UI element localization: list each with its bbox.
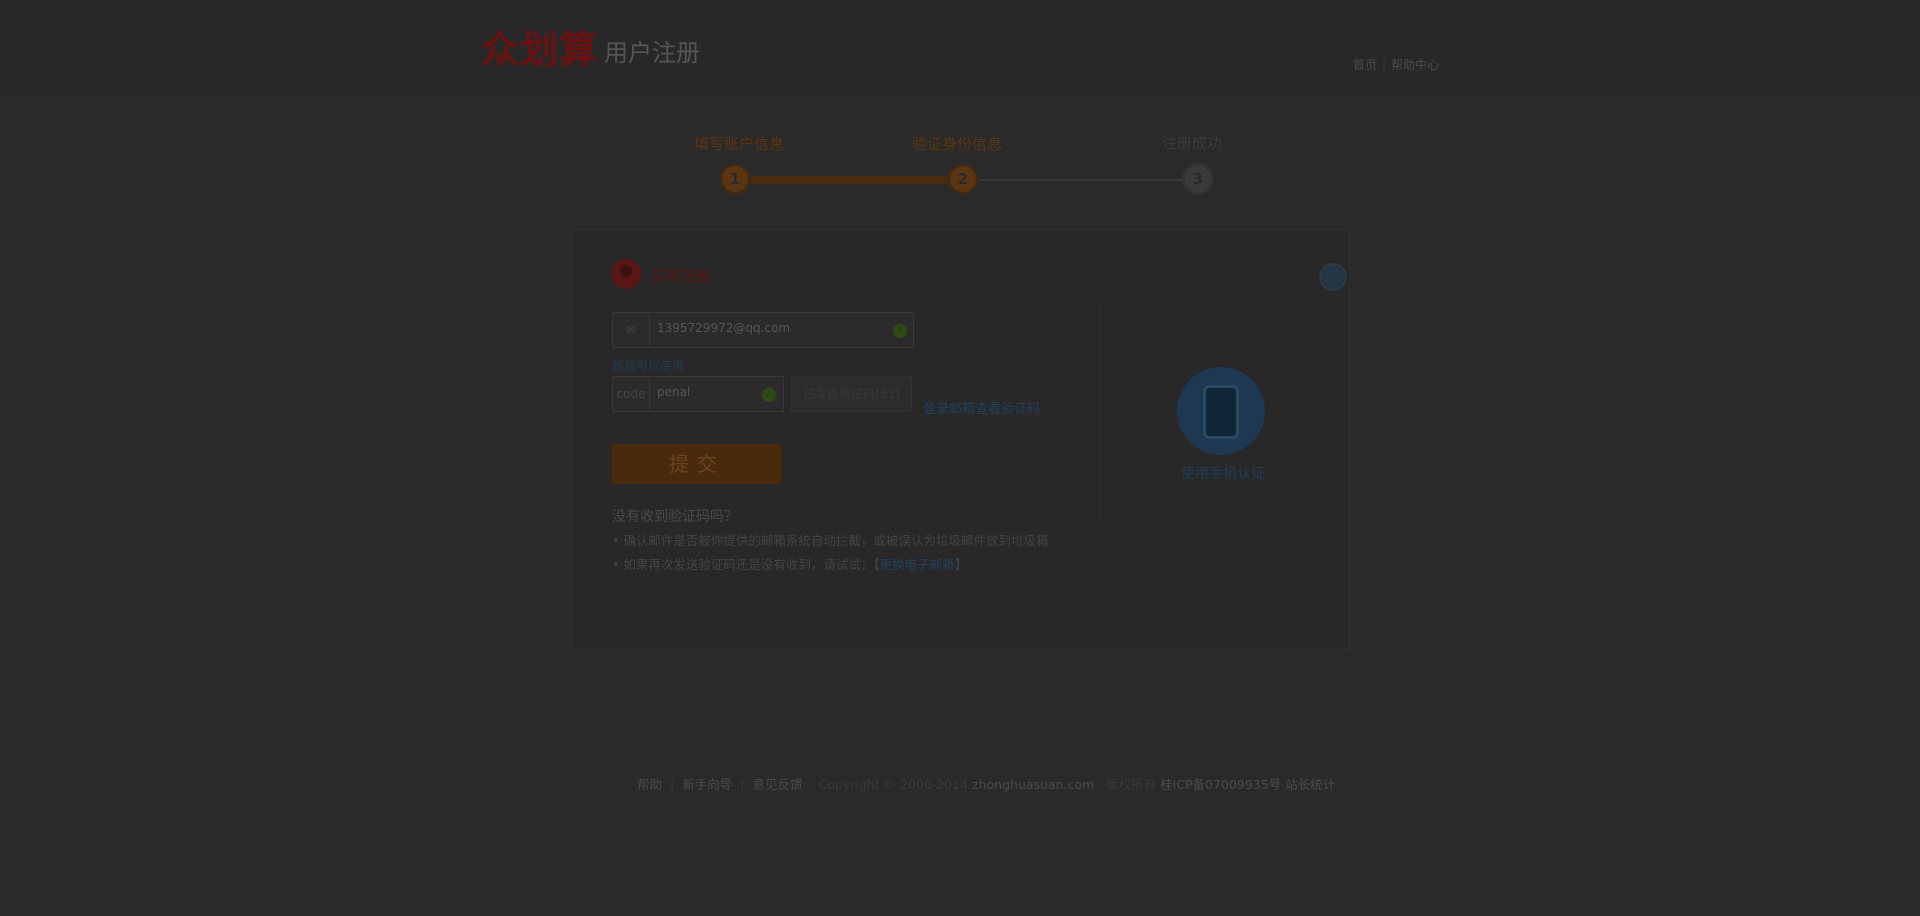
footer-guide-link[interactable]: 新手向导 [682, 777, 732, 792]
buyer-user-icon [611, 259, 641, 289]
code-input[interactable] [657, 385, 757, 399]
change-email-link[interactable]: 更换电子邮箱 [880, 557, 955, 572]
nav-separator: | [1382, 58, 1387, 72]
email-valid-hint: 邮箱可以使用 [612, 359, 685, 373]
footer-separator: | [670, 777, 675, 792]
email-valid-check-icon: ✓ [893, 324, 907, 338]
step-2-label: 验证身份信息 [912, 135, 1003, 153]
help-line-2-prefix: • 如果再次发送验证码还是没有收到，请试试：【 [612, 557, 880, 572]
phone-verify-icon[interactable] [1177, 367, 1265, 455]
logo-subtitle: 用户注册 [604, 39, 701, 67]
step-2-circle: 2 [950, 166, 976, 192]
phone-icon [1203, 385, 1239, 439]
top-nav: 首页 | 帮助中心 [1353, 56, 1439, 73]
help-title: 没有收到验证码吗？ [612, 509, 738, 525]
step-3-circle: 3 [1185, 166, 1211, 192]
step-1-label: 填写账户信息 [694, 135, 785, 153]
section-divider [1099, 308, 1100, 518]
step-1-circle: 1 [722, 166, 748, 192]
login-email-link[interactable]: 登录邮箱查看验证码 [923, 398, 1040, 417]
step-line-pending [962, 179, 1198, 181]
section-title: 买家注册 [650, 267, 711, 285]
help-line-1: • 确认邮件是否被你提供的邮箱系统自动拦截，或被误认为垃圾邮件放到垃圾箱 [612, 533, 1049, 548]
footer-separator: | [740, 777, 745, 792]
help-line-2-suffix: 】 [954, 557, 968, 572]
site-logo[interactable]: 众划算 用户注册 [481, 28, 700, 72]
help-line-2: • 如果再次发送验证码还是没有收到，请试试：【更换电子邮箱】 [612, 554, 967, 573]
mail-icon: ✉ [613, 313, 650, 347]
logo-brand: 众划算 [481, 27, 599, 72]
nav-help-link[interactable]: 帮助中心 [1391, 58, 1439, 72]
page-footer: 帮助 | 新手向导 | 意见反馈 Copyright © 2006-2014 zhong… [637, 774, 1335, 793]
submit-button[interactable]: 提交 [612, 444, 782, 484]
footer-icp-link[interactable]: 桂ICP备07009935号 [1160, 777, 1281, 792]
footer-help-link[interactable]: 帮助 [637, 777, 662, 792]
nav-home-link[interactable]: 首页 [1353, 58, 1377, 72]
email-input[interactable] [657, 321, 857, 335]
footer-copyright: Copyright © 2006-2014 [818, 777, 969, 792]
phone-verify-link[interactable]: 使用手机认证 [1181, 463, 1265, 483]
email-field[interactable]: ✉ ✓ [612, 312, 914, 348]
resend-code-button[interactable]: 已发送验证码(31) [791, 376, 912, 412]
code-prefix-label: code [613, 377, 650, 411]
footer-domain: zhonghuasuan.com [972, 777, 1095, 792]
user-switch-icon[interactable] [1319, 263, 1347, 291]
footer-rights: 版权所有 [1106, 777, 1157, 792]
footer-stats-link[interactable]: 站长统计 [1285, 777, 1335, 792]
step-3-label: 注册成功 [1162, 134, 1223, 152]
code-valid-check-icon: ✓ [762, 388, 776, 402]
footer-feedback-link[interactable]: 意见反馈 [752, 777, 802, 792]
step-line-complete [734, 176, 960, 184]
code-field[interactable]: code ✓ [612, 376, 784, 412]
page-header: 众划算 用户注册 首页 | 帮助中心 [0, 0, 1920, 97]
